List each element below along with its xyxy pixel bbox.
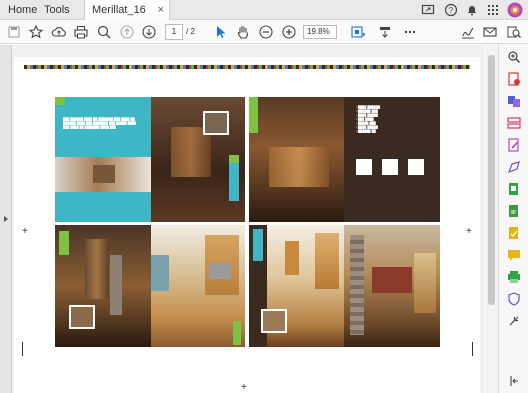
registration-mark-bottom: + [241, 382, 247, 393]
finish-swatch [356, 159, 372, 175]
finish-swatch [382, 159, 398, 175]
edit-pdf-icon[interactable] [507, 138, 521, 152]
save-icon[interactable] [6, 24, 22, 40]
bell-icon[interactable] [465, 3, 479, 17]
collapse-panel-icon[interactable] [507, 374, 521, 388]
spread-top-left: ███ ██████ ████ ██ ███████ ███ ████ ██ █… [55, 97, 245, 222]
export-pdf-icon[interactable] [507, 182, 521, 196]
document-viewport[interactable]: + + + ███ ██████ ████ ██ ███████ ███ ███… [0, 45, 484, 393]
page-number-input[interactable]: 1 [165, 24, 183, 40]
tab-bar: Home Tools Merillat_16 pgs_8.5... × ? [0, 0, 528, 36]
zoom-search-icon[interactable] [96, 24, 112, 40]
print-color-bar [24, 65, 470, 69]
svg-text:?: ? [449, 6, 454, 15]
zoom-in-icon[interactable] [281, 24, 297, 40]
spread-bottom-right [249, 225, 440, 347]
marquee-icon[interactable] [377, 24, 393, 40]
kitchen-photo [55, 157, 151, 192]
dark-wood-panel: • ████ ██████ • ██████ ███ • ████ █████ • █… [344, 97, 440, 222]
finish-swatch [408, 159, 424, 175]
apps-grid-icon[interactable] [486, 3, 500, 17]
comment-icon[interactable] [507, 160, 521, 174]
registration-mark-right: + [466, 226, 472, 237]
tab-home[interactable]: Home [8, 0, 37, 20]
expand-left-panel-icon[interactable] [2, 215, 10, 223]
fit-page-icon[interactable] [349, 24, 365, 40]
zoom-level-input[interactable]: 19.8% [303, 25, 337, 39]
organize-pages-icon[interactable] [507, 116, 521, 130]
hand-tool-icon[interactable] [235, 24, 251, 40]
request-signature-icon[interactable] [507, 226, 521, 240]
stone-kitchen-photo [344, 225, 440, 347]
email-icon[interactable] [482, 24, 498, 40]
crop-mark [472, 342, 473, 356]
inset-photo [261, 309, 287, 333]
tab-tools[interactable]: Tools [44, 0, 70, 20]
page-total-label: / 2 [186, 27, 195, 36]
search-text-icon[interactable] [506, 24, 522, 40]
light-kitchen-photo [151, 225, 245, 347]
more-icon[interactable] [402, 24, 418, 40]
teal-band [55, 192, 151, 222]
dining-photo [151, 97, 245, 222]
registration-mark-left: + [22, 226, 28, 237]
scroll-up-icon[interactable] [119, 24, 135, 40]
scroll-down-icon[interactable] [141, 24, 157, 40]
pdf-page: + + + ███ ██████ ████ ██ ███████ ███ ███… [14, 57, 480, 393]
print-production-icon[interactable] [507, 270, 521, 284]
sign-icon[interactable] [460, 24, 476, 40]
scrollbar-thumb[interactable] [488, 55, 495, 305]
print-icon[interactable] [73, 24, 89, 40]
search-icon[interactable] [507, 50, 521, 64]
tab-document[interactable]: Merillat_16 pgs_8.5... × [84, 0, 170, 36]
inset-photo [203, 111, 229, 135]
crop-mark [22, 342, 23, 356]
select-cursor-icon[interactable] [213, 24, 229, 40]
share-screen-icon[interactable] [421, 3, 435, 17]
account-avatar-icon[interactable] [507, 2, 523, 18]
spread-top-right: • ████ ██████ • ██████ ███ • ████ █████ • █… [249, 97, 440, 222]
main-toolbar: 1 / 2 19.8% [0, 20, 528, 44]
combine-icon[interactable] [507, 94, 521, 108]
right-tools-panel [498, 44, 528, 393]
close-icon[interactable]: × [158, 0, 164, 20]
kitchen-island-photo [249, 97, 344, 222]
upload-cloud-icon[interactable] [51, 24, 67, 40]
vertical-scrollbar[interactable] [485, 45, 498, 393]
white-kitchen-photo [249, 225, 344, 347]
inset-photo [69, 305, 95, 329]
help-icon[interactable]: ? [444, 3, 458, 17]
fill-sign-icon[interactable] [507, 204, 521, 218]
create-pdf-icon[interactable] [507, 72, 521, 86]
spread-bottom-left [55, 225, 245, 347]
more-tools-icon[interactable] [507, 314, 521, 328]
zoom-out-icon[interactable] [258, 24, 274, 40]
protect-icon[interactable] [507, 292, 521, 306]
bookmark-star-icon[interactable] [28, 24, 44, 40]
comment-bubble-icon[interactable] [507, 248, 521, 262]
intro-text-panel: ███ ██████ ████ ██ ███████ ███ ████ ██ █… [55, 97, 151, 157]
left-nav-strip[interactable] [0, 45, 12, 393]
range-hood-photo [55, 225, 151, 347]
